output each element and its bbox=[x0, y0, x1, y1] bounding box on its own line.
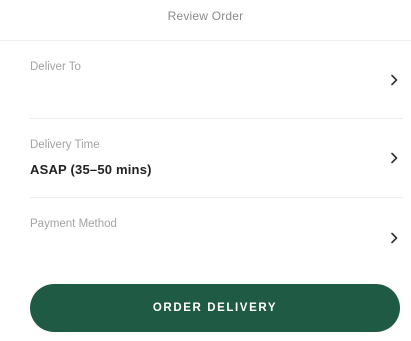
delivery-time-row[interactable]: Delivery Time ASAP (35–50 mins) bbox=[30, 118, 403, 198]
chevron-right-icon bbox=[387, 73, 401, 87]
order-delivery-button[interactable]: ORDER DELIVERY bbox=[30, 284, 400, 332]
delivery-time-label: Delivery Time bbox=[30, 139, 100, 151]
payment-method-row[interactable]: Payment Method bbox=[30, 197, 403, 275]
page-title: Review Order bbox=[167, 9, 244, 23]
delivery-time-value: ASAP (35–50 mins) bbox=[30, 162, 152, 177]
chevron-right-icon bbox=[387, 231, 401, 245]
deliver-to-row[interactable]: Deliver To bbox=[30, 41, 403, 119]
payment-method-label: Payment Method bbox=[30, 218, 117, 230]
deliver-to-label: Deliver To bbox=[30, 61, 81, 73]
chevron-right-icon bbox=[387, 151, 401, 165]
review-order-screen: Review Order Deliver To Delivery Time AS… bbox=[0, 0, 411, 341]
header: Review Order bbox=[0, 0, 411, 41]
